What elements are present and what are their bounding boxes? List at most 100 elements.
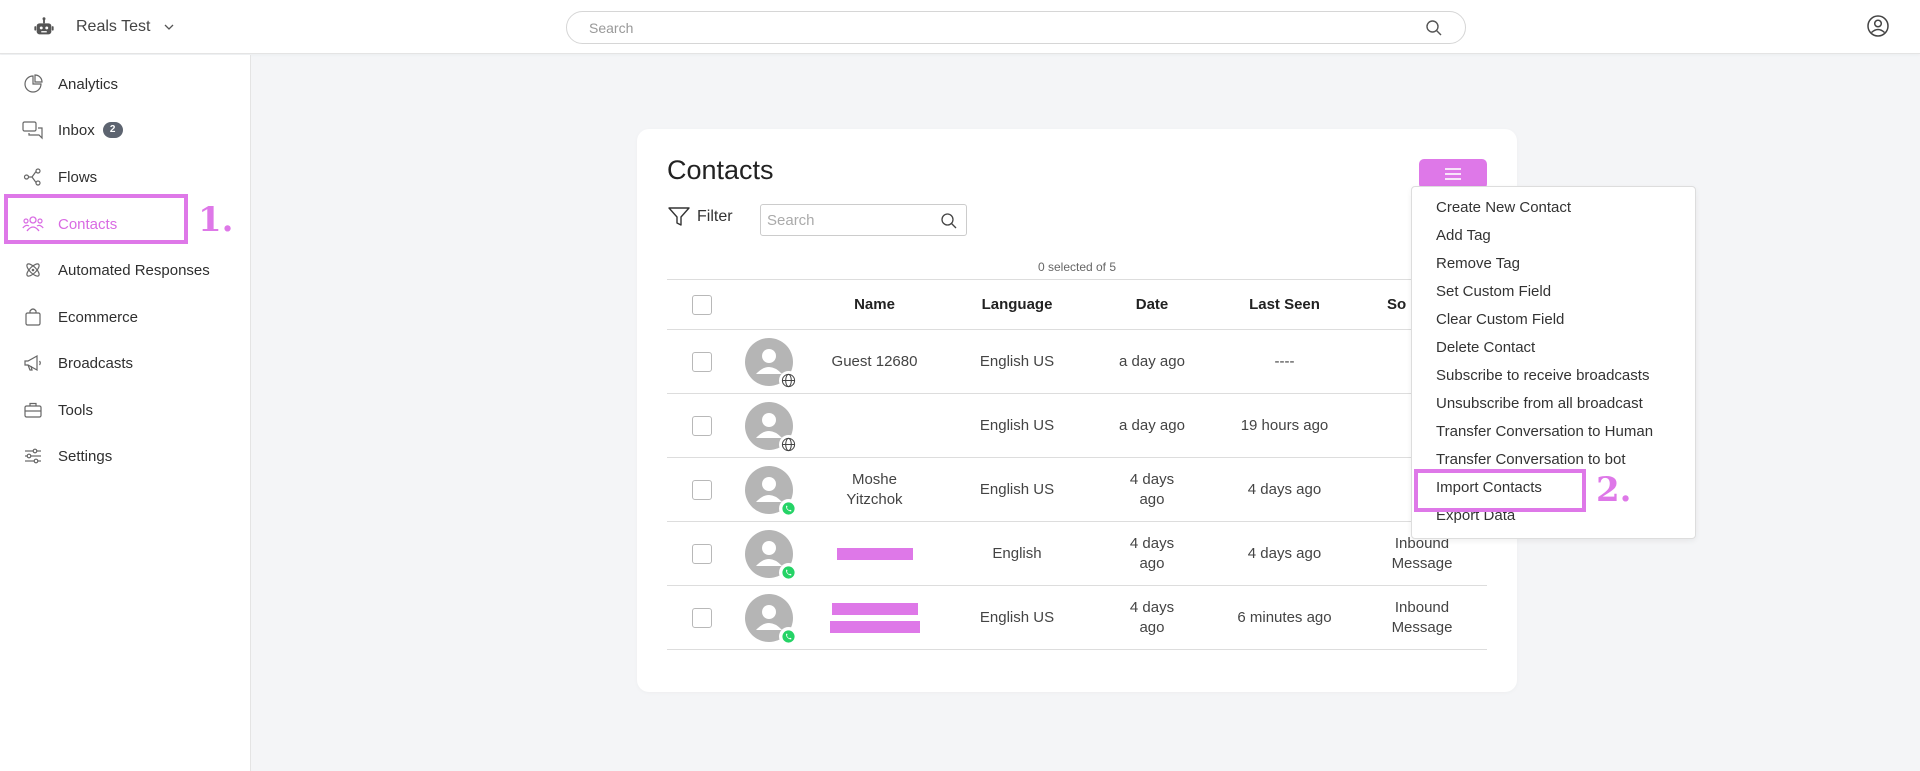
contacts.rows.0.name_lines-line: Guest 12680 [831,352,918,370]
contacts.rows.2.name_lines-line: Moshe [851,470,897,488]
whatsapp-icon [782,630,795,643]
table-row[interactable]: English USa day ago19 hours agoWe [667,394,1487,458]
workspace-switcher[interactable]: Reals Test [32,12,176,42]
menu-item-delete-contact[interactable]: Delete Contact [1436,334,1535,362]
redacted-name [829,620,920,633]
annotation-highlight-import-contacts [1414,469,1586,512]
sidebar-item-label: Ecommerce [58,308,139,326]
annotation-highlight-contacts [4,194,188,244]
row-select-cell [667,394,737,457]
column-header-date[interactable]: Date [1092,280,1212,330]
contacts.rows.2.date_lines-line: 4 days [1129,470,1175,488]
menu-item-add-tag[interactable]: Add Tag [1436,222,1491,250]
table-row[interactable]: Guest 12680English USa day ago----We [667,330,1487,394]
annotation-step-1: 1. [198,200,234,240]
sidebar-item-tools[interactable]: Tools [0,388,251,432]
automated-responses-icon [22,259,44,281]
sidebar-item-label: Inbox [58,121,95,139]
sidebar-item-flows[interactable]: Flows [0,155,251,199]
column-header-language[interactable]: Language [942,280,1092,330]
menu-item-clear-custom-field[interactable]: Clear Custom Field [1436,306,1564,334]
menu-item-set-custom-field[interactable]: Set Custom Field [1436,278,1551,306]
row-checkbox[interactable] [692,351,712,372]
sidebar-item-ecommerce[interactable]: Ecommerce [0,295,251,339]
redacted-name [836,547,913,560]
contact-name[interactable] [807,394,942,457]
sidebar-item-label: Settings [58,447,113,465]
global-search-input[interactable] [589,12,1409,43]
contact-date: 4 days ago [1092,522,1212,585]
row-checkbox[interactable] [692,607,712,628]
row-select-cell [667,330,737,393]
search-icon[interactable] [940,212,958,230]
contact-last-seen: 19 hours ago [1240,416,1329,434]
menu-item-create-new-contact[interactable]: Create New Contact [1436,194,1571,222]
contact-last-seen: ---- [1274,352,1295,370]
menu-item-subscribe-to-receive-broadcasts[interactable]: Subscribe to receive broadcasts [1436,362,1649,390]
workspace-name: Reals Test [76,18,151,35]
contacts.rows.3.date_lines-line: 4 days [1129,534,1175,552]
whatsapp-icon [782,566,795,579]
annotation-step-2: 2. [1596,470,1632,510]
sidebar-item-inbox[interactable]: Inbox 2 [0,108,251,152]
contacts.rows.1.date_lines-line: a day ago [1119,416,1185,434]
column-header-last-seen[interactable]: Last Seen [1212,280,1357,330]
inbox-icon [22,119,44,141]
sidebar-item-automated-responses[interactable]: Automated Responses [0,248,251,292]
menu-item-unsubscribe-from-all-broadcast[interactable]: Unsubscribe from all broadcast [1436,390,1643,418]
sidebar-item-settings[interactable]: Settings [0,434,251,478]
select-all-checkbox[interactable] [692,295,712,315]
megaphone-icon [22,352,44,374]
contact-name[interactable]: Guest 12680 [807,330,942,393]
filter-label: Filter [697,208,733,225]
contacts.rows.4.source_lines-line: Message [1391,618,1453,636]
top-bar: Reals Test [0,0,1920,54]
contact-date: 4 days ago [1092,586,1212,649]
contacts.rows.4.date_lines-line: 4 days [1129,598,1175,616]
avatar [745,594,798,646]
contact-name[interactable]: Moshe Yitzchok [807,458,942,521]
contacts.rows.2.date_lines-line: ago [1139,490,1165,508]
search-icon[interactable] [1425,19,1443,37]
sidebar: Analytics Inbox 2 Flows Contacts Automat… [0,55,251,771]
row-checkbox[interactable] [692,479,712,500]
table-row[interactable]: English US 4 days ago 6 minutes ago Inbound M… [667,586,1487,650]
sliders-icon [22,445,44,467]
contact-last-seen: 4 days ago [1247,480,1322,498]
filter-button[interactable]: Filter [667,205,733,229]
global-search [566,11,1466,44]
menu-item-remove-tag[interactable]: Remove Tag [1436,250,1520,278]
toolbox-icon [22,399,44,421]
redacted-name [831,602,918,615]
user-account-icon[interactable] [1866,14,1890,38]
menu-item-transfer-conversation-to-human[interactable]: Transfer Conversation to Human [1436,418,1653,446]
inbox-count-badge: 2 [102,122,123,138]
table-header: Name Language Date Last Seen So [667,279,1487,330]
web-channel-icon [781,437,796,452]
row-select-cell [667,458,737,521]
contact-name[interactable] [807,522,942,585]
actions-menu-button[interactable] [1419,159,1487,189]
avatar [745,466,798,518]
contact-source: Inbound Message [1357,586,1487,649]
table-row[interactable]: English 4 days ago 4 days ago Inbound Message [667,522,1487,586]
shopping-bag-icon [22,306,44,328]
sidebar-item-label: Analytics [58,75,119,93]
contact-language: English US [979,352,1055,370]
sidebar-item-broadcasts[interactable]: Broadcasts [0,341,251,385]
sidebar-item-label: Tools [58,401,94,419]
row-checkbox[interactable] [692,543,712,564]
table-row[interactable]: Moshe Yitzchok English US 4 days ago 4 days a… [667,458,1487,522]
contact-last-seen: 6 minutes ago [1237,608,1332,626]
contact-language: English US [979,480,1055,498]
contact-name[interactable] [807,586,942,649]
contact-date: 4 days ago [1092,458,1212,521]
sidebar-item-analytics[interactable]: Analytics [0,62,251,106]
analytics-icon [22,73,44,95]
contacts-search-input[interactable] [767,205,937,235]
web-channel-icon [779,371,798,390]
column-header-name[interactable]: Name [807,280,942,330]
row-checkbox[interactable] [692,415,712,436]
row-select-cell [667,586,737,649]
avatar [745,530,798,582]
